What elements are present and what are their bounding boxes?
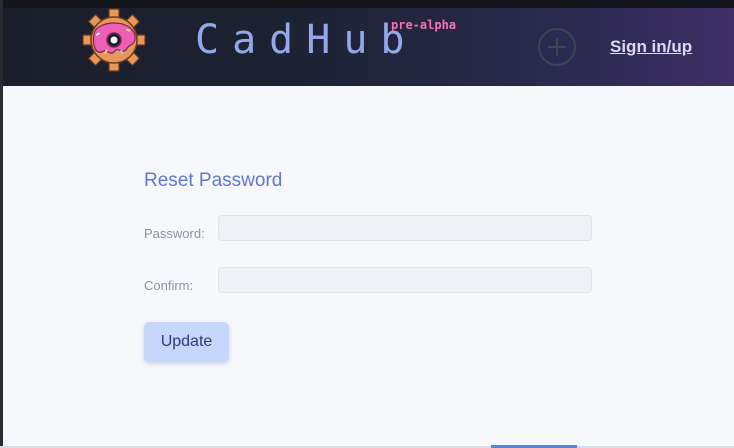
pre-alpha-badge: pre-alpha xyxy=(391,18,457,32)
donut-gear-logo[interactable] xyxy=(82,8,146,72)
brand-wordmark[interactable]: CadHub xyxy=(195,18,418,62)
app-window: CadHub pre-alpha Sign in/up Reset Passwo… xyxy=(0,0,734,448)
plus-circle-icon[interactable] xyxy=(538,28,576,66)
top-strip xyxy=(0,0,734,8)
page-title: Reset Password xyxy=(144,170,283,191)
confirm-label: Confirm: xyxy=(144,278,194,293)
password-label: Password: xyxy=(144,226,205,241)
update-button[interactable]: Update xyxy=(144,322,229,362)
password-field[interactable] xyxy=(218,215,592,241)
confirm-password-field[interactable] xyxy=(218,267,592,293)
sign-in-link[interactable]: Sign in/up xyxy=(610,37,692,57)
